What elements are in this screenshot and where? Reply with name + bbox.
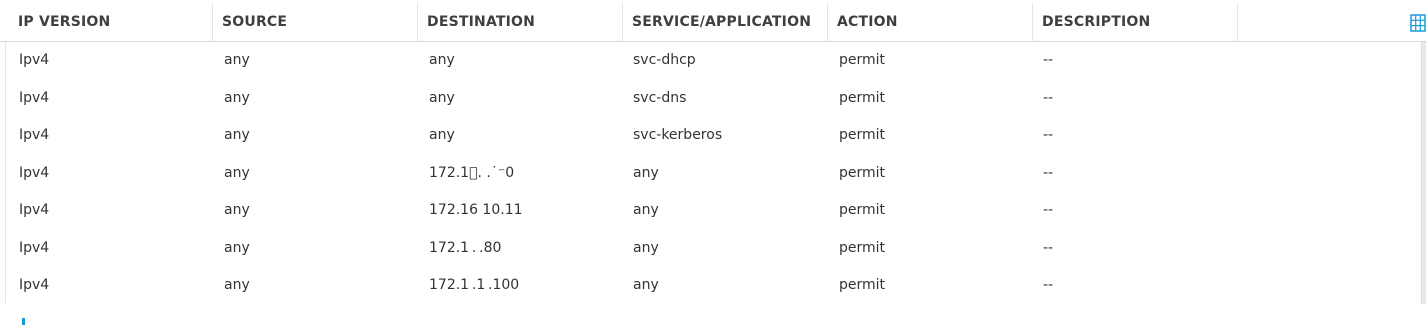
cell-destination: 172.16 10.11 (429, 202, 523, 218)
table-row[interactable]: Ipv4 any 172.1 . .˙⁻0 any permit -- (0, 155, 1420, 193)
cell-action: permit (839, 52, 886, 68)
table-row[interactable]: Ipv4 any any svc-dhcp permit -- (0, 42, 1420, 80)
rules-table: IP VERSION SOURCE DESTINATION SERVICE/AP… (0, 0, 1426, 325)
cell-action: permit (839, 127, 886, 143)
column-header-empty (1238, 3, 1408, 41)
cell-description: -- (1043, 89, 1054, 106)
column-header-ip-version[interactable]: IP VERSION (5, 3, 213, 41)
table-row[interactable]: Ipv4 any 172.1 .1 .100 any permit -- (0, 267, 1420, 305)
table-row[interactable]: Ipv4 any any svc-kerberos permit -- (0, 117, 1420, 155)
column-header-source[interactable]: SOURCE (213, 3, 418, 41)
cell-service-application: svc-dhcp (633, 52, 696, 68)
cell-destination: any (429, 89, 455, 106)
cell-destination: any (429, 52, 455, 68)
cell-description: -- (1043, 164, 1054, 181)
cell-ip-version: Ipv4 (19, 127, 50, 143)
cell-service-application: svc-kerberos (633, 127, 723, 143)
table-row[interactable]: Ipv4 any 172.1 . .80 any permit -- (0, 230, 1420, 268)
cell-service-application: any (633, 239, 659, 256)
cell-description: -- (1043, 239, 1054, 256)
cell-service-application: svc-dns (633, 89, 687, 106)
cell-ip-version: Ipv4 (19, 52, 50, 68)
table-body: Ipv4 any any svc-dhcp permit -- Ipv4 any… (0, 42, 1420, 305)
cell-action: permit (839, 164, 886, 181)
cell-description: -- (1043, 52, 1054, 68)
cell-service-application: any (633, 277, 659, 293)
cell-action: permit (839, 239, 886, 256)
column-header-service-application[interactable]: SERVICE/APPLICATION (623, 3, 828, 41)
table-row[interactable]: Ipv4 any 172.16 10.11 any permit -- (0, 192, 1420, 230)
cell-ip-version: Ipv4 (19, 89, 50, 106)
cell-source: any (224, 164, 250, 181)
cell-description: -- (1043, 277, 1054, 293)
cell-source: any (224, 52, 250, 68)
cell-service-application: any (633, 164, 659, 181)
table-header-row: IP VERSION SOURCE DESTINATION SERVICE/AP… (0, 3, 1426, 42)
cell-destination: 172.1 .1 .100 (429, 277, 520, 293)
cell-destination: 172.1 . .80 (429, 239, 502, 256)
vertical-scrollbar[interactable] (1421, 42, 1426, 304)
cell-source: any (224, 202, 250, 218)
cell-source: any (224, 277, 250, 293)
cell-ip-version: Ipv4 (19, 202, 50, 218)
cell-destination: 172.1 . .˙⁻0 (429, 164, 515, 181)
column-header-action[interactable]: ACTION (828, 3, 1033, 41)
cell-source: any (224, 89, 250, 106)
cell-description: -- (1043, 202, 1054, 218)
cell-action: permit (839, 202, 886, 218)
cell-description: -- (1043, 127, 1054, 143)
cell-destination: any (429, 127, 455, 143)
cell-action: permit (839, 89, 886, 106)
cell-ip-version: Ipv4 (19, 164, 50, 181)
cell-ip-version: Ipv4 (19, 277, 50, 293)
cell-service-application: any (633, 202, 659, 218)
column-header-description[interactable]: DESCRIPTION (1033, 3, 1238, 41)
column-header-destination[interactable]: DESTINATION (418, 3, 623, 41)
cell-action: permit (839, 277, 886, 293)
table-row[interactable]: Ipv4 any any svc-dns permit -- (0, 80, 1420, 118)
grid-columns-icon[interactable] (1410, 14, 1426, 32)
cell-source: any (224, 239, 250, 256)
add-icon[interactable] (22, 318, 25, 325)
cell-source: any (224, 127, 250, 143)
cell-ip-version: Ipv4 (19, 239, 50, 256)
